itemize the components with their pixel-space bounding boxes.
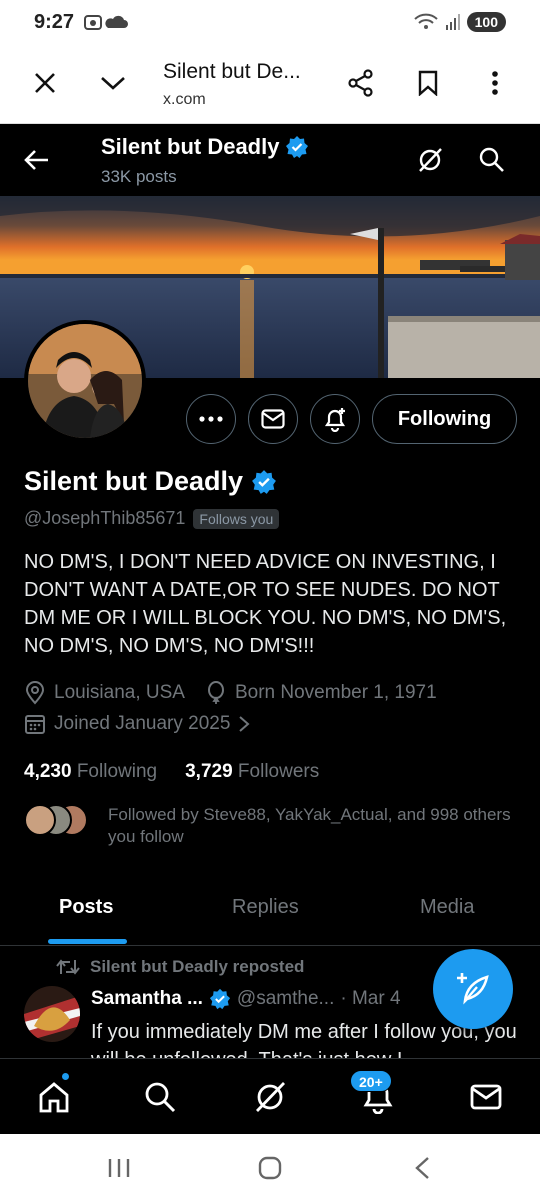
screenshot-cloud-icon	[84, 15, 128, 30]
post-date: · Mar 4	[340, 988, 401, 1009]
home-button-icon[interactable]	[257, 1155, 283, 1181]
profile-name: Silent but Deadly	[24, 466, 244, 496]
active-tab-indicator	[48, 939, 127, 944]
browser-toolbar: Silent but De... x.com	[0, 46, 540, 124]
status-right: 100	[413, 12, 506, 32]
profile-top-bar: Silent but Deadly 33K posts	[0, 124, 540, 196]
feather-plus-icon	[457, 973, 489, 1005]
browser-page-title: Silent but De...	[163, 60, 301, 83]
bookmark-icon[interactable]	[411, 66, 445, 100]
header-name-row: Silent but Deadly	[101, 134, 309, 160]
profile-location: Louisiana, USA	[54, 682, 185, 703]
follow-stats: 4,230 Following 3,729 Followers	[24, 761, 319, 783]
balloon-icon	[207, 681, 224, 704]
following-count: 4,230	[24, 761, 72, 782]
more-options-button[interactable]	[186, 394, 236, 444]
profile-bio: NO DM'S, I DON'T NEED ADVICE ON INVESTIN…	[24, 551, 507, 657]
message-button[interactable]	[248, 394, 298, 444]
tab-media[interactable]: Media	[420, 896, 474, 919]
calendar-icon	[25, 715, 45, 734]
tab-posts[interactable]: Posts	[59, 896, 113, 919]
verified-badge-icon	[286, 136, 309, 158]
status-time: 9:27	[34, 11, 75, 33]
profile-birthday: Born November 1, 1971	[234, 682, 437, 703]
more-horizontal-icon	[199, 416, 223, 422]
post-header: Samantha ... @samthe... · Mar 4	[91, 988, 401, 1010]
profile-joined-row[interactable]: Joined January 2025	[24, 713, 250, 735]
repost-icon	[56, 959, 80, 975]
compose-post-button[interactable]	[433, 949, 513, 1029]
followers-count: 3,729	[185, 761, 233, 782]
bottom-navigation	[0, 1058, 540, 1134]
followed-by-text[interactable]: Followed by Steve88, YakYak_Actual, and …	[108, 804, 518, 848]
close-icon[interactable]	[28, 66, 62, 100]
follower-avatar	[24, 804, 56, 836]
chevron-right-icon	[239, 716, 250, 732]
notify-button[interactable]	[310, 394, 360, 444]
post-author-handle: @samthe...	[236, 988, 335, 1009]
location-pin-icon	[25, 681, 45, 705]
messages-envelope-icon[interactable]	[464, 1075, 508, 1119]
signal-icon	[445, 14, 460, 30]
profile-joined: Joined January 2025	[54, 713, 231, 734]
grok-nav-icon[interactable]	[248, 1075, 292, 1119]
recent-apps-icon[interactable]	[106, 1156, 132, 1180]
post-author-avatar[interactable]	[24, 986, 80, 1042]
bell-plus-icon	[324, 408, 346, 432]
repost-label: Silent but Deadly reposted	[90, 957, 305, 976]
explore-search-icon[interactable]	[138, 1075, 182, 1119]
following-stat[interactable]: 4,230 Following	[24, 761, 157, 783]
profile-avatar[interactable]	[24, 320, 146, 442]
post-author-name[interactable]: Samantha ...	[91, 988, 203, 1010]
repost-indicator: Silent but Deadly reposted	[56, 957, 304, 977]
profile-handle: @JosephThib85671	[24, 508, 186, 528]
back-button-icon[interactable]	[410, 1155, 436, 1181]
profile-meta-row: Louisiana, USA Born November 1, 1971	[24, 681, 437, 705]
back-arrow-icon[interactable]	[22, 146, 52, 176]
envelope-icon	[261, 409, 285, 429]
following-button[interactable]: Following	[372, 394, 517, 444]
home-unread-dot	[60, 1071, 71, 1082]
grok-icon[interactable]	[416, 146, 446, 176]
followed-by-avatars[interactable]	[24, 804, 94, 836]
wifi-icon	[413, 13, 438, 29]
battery-indicator: 100	[466, 12, 506, 32]
profile-tabs: Posts Replies Media	[0, 870, 540, 946]
tab-replies[interactable]: Replies	[232, 896, 299, 919]
android-navigation-bar	[0, 1134, 540, 1200]
profile-name-row: Silent but Deadly	[24, 466, 277, 497]
following-label: Following	[76, 761, 158, 782]
notifications-badge: 20+	[350, 1070, 392, 1092]
chevron-down-icon[interactable]	[96, 66, 130, 100]
verified-badge-icon	[252, 469, 276, 494]
status-bar: 9:27 100	[0, 0, 540, 46]
followers-label: Followers	[237, 761, 320, 782]
status-icons	[84, 13, 128, 37]
header-posts-count: 33K posts	[101, 167, 177, 186]
share-icon[interactable]	[344, 66, 378, 100]
more-vertical-icon[interactable]	[478, 66, 512, 100]
home-icon[interactable]	[32, 1075, 76, 1119]
search-icon[interactable]	[478, 146, 508, 176]
header-name: Silent but Deadly	[101, 134, 280, 159]
profile-handle-row: @JosephThib85671 Follows you	[24, 508, 280, 529]
verified-badge-icon	[209, 988, 231, 1010]
follows-you-badge: Follows you	[193, 508, 280, 529]
followers-stat[interactable]: 3,729 Followers	[185, 761, 319, 783]
browser-url: x.com	[163, 91, 206, 108]
